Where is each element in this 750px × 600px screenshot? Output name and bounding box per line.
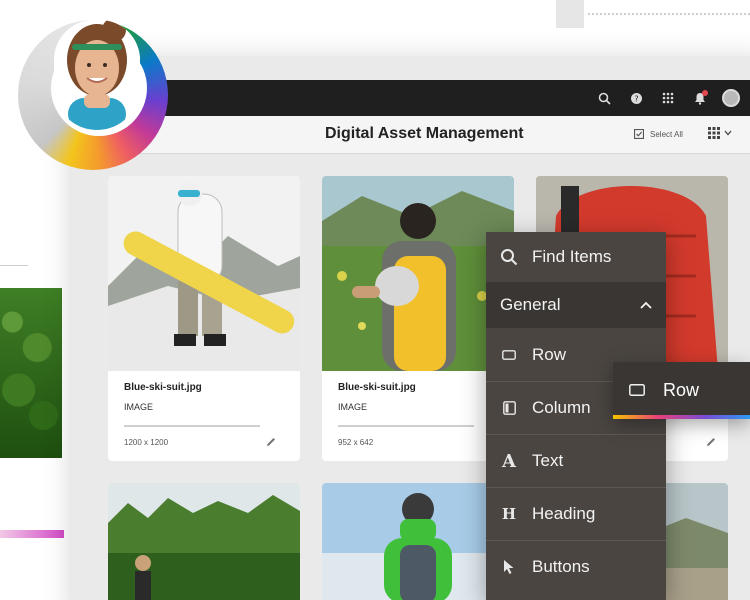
apps-grid-icon[interactable] (658, 88, 678, 108)
asset-type: IMAGE (124, 402, 154, 412)
menu-item-heading[interactable]: H Heading (486, 488, 666, 540)
column-icon (498, 401, 520, 415)
profile-badge (18, 20, 168, 170)
asset-card[interactable] (108, 483, 300, 600)
row-icon (629, 384, 645, 396)
menu-item-text[interactable]: A Text (486, 435, 666, 487)
select-all-button[interactable]: Select All (634, 129, 683, 139)
heading-icon: H (501, 505, 517, 523)
decorative-line (0, 265, 28, 266)
asset-type: IMAGE (338, 402, 368, 412)
pointer-icon (498, 559, 520, 575)
find-items-field[interactable]: Find Items (486, 232, 666, 282)
menu-item-label: Column (532, 398, 591, 417)
dragged-row-item[interactable]: Row (613, 362, 750, 418)
grid-view-icon (708, 127, 720, 139)
svg-text:?: ? (634, 94, 638, 103)
avatar (54, 20, 140, 130)
decorative-gradient-bar (0, 530, 64, 538)
card-divider (124, 425, 260, 427)
search-icon[interactable] (594, 88, 614, 108)
notification-badge (702, 90, 708, 96)
bell-icon[interactable] (690, 88, 710, 108)
menu-item-label: Buttons (532, 557, 590, 576)
asset-dimensions: 1200 x 1200 (124, 438, 169, 447)
find-items-label: Find Items (532, 247, 612, 266)
general-section-header[interactable]: General (486, 282, 666, 328)
header-bar: Digital Asset Management Select All (72, 116, 750, 154)
tree-image (0, 288, 62, 458)
topbar-icons: ? (594, 88, 740, 108)
gradient-underline (613, 415, 750, 419)
pencil-icon[interactable] (264, 435, 278, 449)
chevron-down-icon (724, 130, 732, 136)
page-title: Digital Asset Management (325, 125, 524, 142)
stage: ? Digital Asset Management Select All Bl… (0, 0, 750, 600)
decorative-square (556, 0, 584, 28)
menu-item-label: Row (532, 345, 567, 364)
text-icon: A (502, 450, 516, 472)
row-icon (498, 350, 520, 360)
select-all-label: Select All (650, 129, 683, 139)
dragged-row-label: Row (663, 379, 700, 400)
chevron-up-icon (640, 301, 652, 309)
menu-item-label: Text (532, 451, 564, 470)
select-all-icon (634, 129, 644, 139)
asset-filename: Blue-ski-suit.jpg (124, 382, 202, 393)
asset-dimensions: 952 x 642 (338, 438, 374, 447)
snowboarder-image (108, 176, 300, 371)
user-avatar[interactable] (722, 89, 740, 107)
top-navigation-bar: ? (72, 80, 750, 116)
search-icon (498, 248, 520, 266)
asset-filename: Blue-ski-suit.jpg (338, 382, 416, 393)
card-divider (338, 425, 474, 427)
view-toggle[interactable] (708, 127, 732, 139)
forest-image (108, 483, 300, 600)
menu-item-label: Heading (532, 504, 596, 523)
general-label: General (500, 295, 561, 314)
pencil-icon[interactable] (704, 435, 718, 449)
decorative-dotted-line (588, 13, 750, 15)
help-icon[interactable]: ? (626, 88, 646, 108)
asset-card[interactable]: Blue-ski-suit.jpg IMAGE 1200 x 1200 (108, 176, 300, 461)
menu-item-buttons[interactable]: Buttons (486, 541, 666, 593)
